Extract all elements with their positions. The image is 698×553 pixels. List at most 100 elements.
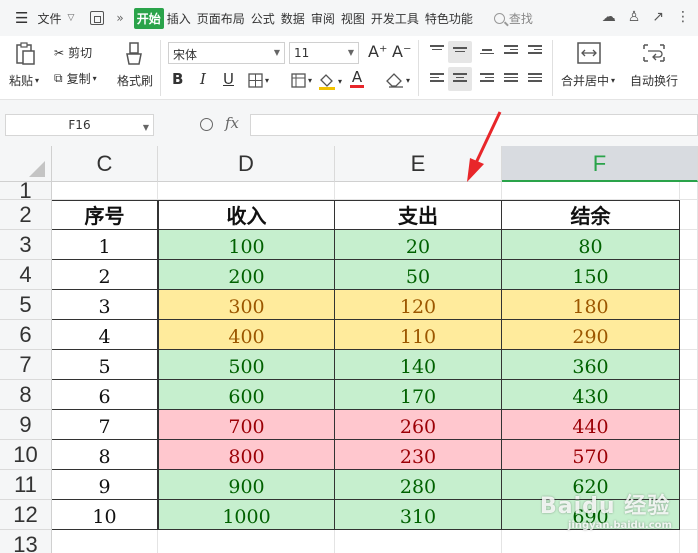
function-icon[interactable]: fx — [225, 114, 239, 132]
column-header-d[interactable]: D — [158, 146, 335, 182]
cell-style-icon[interactable]: ▾ — [291, 73, 312, 88]
paste-icon[interactable] — [14, 42, 36, 66]
data-cell-income[interactable]: 900 — [158, 470, 335, 500]
data-cell-income[interactable]: 800 — [158, 440, 335, 470]
empty-cell[interactable] — [52, 182, 158, 200]
data-cell-balance[interactable]: 80 — [502, 230, 680, 260]
data-cell-seq[interactable]: 2 — [52, 260, 158, 290]
empty-cell[interactable] — [680, 350, 698, 380]
data-cell-seq[interactable]: 10 — [52, 500, 158, 530]
tab-insert[interactable]: 插入 — [164, 10, 194, 27]
align-center-button[interactable] — [448, 67, 472, 91]
data-cell-balance[interactable]: 290 — [502, 320, 680, 350]
data-cell-expense[interactable]: 50 — [335, 260, 502, 290]
data-cell-income[interactable]: 1000 — [158, 500, 335, 530]
row-header-1[interactable]: 1 — [0, 180, 52, 202]
menu-file[interactable]: 文件 — [34, 10, 64, 27]
more-options-icon[interactable]: ⋮ — [676, 9, 690, 25]
tab-review[interactable]: 审阅 — [308, 10, 338, 27]
more-icon[interactable]: » — [116, 11, 123, 25]
data-cell-expense[interactable]: 20 — [335, 230, 502, 260]
search-box[interactable]: 查找 — [493, 10, 533, 27]
row-header-3[interactable]: 3 — [0, 230, 52, 260]
column-header-c[interactable]: C — [52, 146, 158, 182]
data-cell-income[interactable]: 400 — [158, 320, 335, 350]
font-name-select[interactable]: 宋体 ▼ — [168, 42, 285, 64]
tab-formulas[interactable]: 公式 — [248, 10, 278, 27]
fill-color-icon[interactable]: ▾ — [318, 73, 342, 90]
indent-decrease-icon[interactable] — [504, 45, 518, 57]
align-top-icon[interactable] — [430, 45, 444, 57]
row-header-10[interactable]: 10 — [0, 440, 52, 470]
wrap-text-icon[interactable] — [642, 42, 666, 64]
clear-format-icon[interactable]: ▾ — [386, 73, 410, 88]
empty-cell[interactable] — [680, 320, 698, 350]
empty-cell[interactable] — [502, 530, 680, 553]
empty-cell[interactable] — [680, 380, 698, 410]
empty-cell[interactable] — [335, 530, 502, 553]
font-color-button[interactable]: A — [350, 70, 364, 88]
data-cell-seq[interactable]: 3 — [52, 290, 158, 320]
data-cell-seq[interactable]: 7 — [52, 410, 158, 440]
data-cell-balance[interactable]: 430 — [502, 380, 680, 410]
empty-cell[interactable] — [680, 530, 698, 553]
cut-button[interactable]: ✂ 剪切 — [54, 44, 92, 61]
name-box[interactable]: F16 ▼ — [5, 114, 154, 136]
header-balance[interactable]: 结余 — [502, 200, 680, 230]
row-header-9[interactable]: 9 — [0, 410, 52, 440]
empty-cell[interactable] — [680, 230, 698, 260]
tab-data[interactable]: 数据 — [278, 10, 308, 27]
indent-increase-icon[interactable] — [528, 45, 542, 57]
tab-features[interactable]: 特色功能 — [422, 10, 476, 27]
row-header-8[interactable]: 8 — [0, 380, 52, 410]
hamburger-menu-icon[interactable]: ☰ — [12, 9, 31, 27]
data-cell-seq[interactable]: 4 — [52, 320, 158, 350]
save-icon[interactable] — [90, 11, 105, 25]
row-header-2[interactable]: 2 — [0, 200, 52, 230]
data-cell-expense[interactable]: 230 — [335, 440, 502, 470]
empty-cell[interactable] — [680, 290, 698, 320]
data-cell-balance[interactable]: 440 — [502, 410, 680, 440]
empty-cell[interactable] — [680, 470, 698, 500]
tab-home[interactable]: 开始 — [133, 7, 164, 29]
empty-cell[interactable] — [52, 530, 158, 553]
justify-icon[interactable] — [504, 73, 518, 85]
row-header-7[interactable]: 7 — [0, 350, 52, 380]
column-header-f[interactable]: F — [502, 146, 698, 182]
data-cell-balance[interactable]: 150 — [502, 260, 680, 290]
shrink-font-button[interactable]: A⁻ — [392, 42, 411, 61]
share-icon[interactable]: ↗ — [652, 9, 664, 25]
merge-center-button[interactable]: 合并居中 ▾ — [561, 72, 615, 89]
tab-page-layout[interactable]: 页面布局 — [194, 10, 248, 27]
brush-icon[interactable] — [124, 42, 144, 66]
data-cell-income[interactable]: 600 — [158, 380, 335, 410]
row-header-4[interactable]: 4 — [0, 260, 52, 290]
data-cell-expense[interactable]: 260 — [335, 410, 502, 440]
data-cell-seq[interactable]: 1 — [52, 230, 158, 260]
tab-developer[interactable]: 开发工具 — [368, 10, 422, 27]
empty-cell[interactable] — [680, 440, 698, 470]
empty-cell[interactable] — [680, 410, 698, 440]
data-cell-balance[interactable]: 570 — [502, 440, 680, 470]
empty-cell[interactable] — [680, 182, 698, 200]
row-header-5[interactable]: 5 — [0, 290, 52, 320]
tab-view[interactable]: 视图 — [338, 10, 368, 27]
data-cell-balance[interactable]: 360 — [502, 350, 680, 380]
align-left-icon[interactable] — [430, 73, 444, 85]
data-cell-expense[interactable]: 120 — [335, 290, 502, 320]
font-size-select[interactable]: 11 ▼ — [289, 42, 359, 64]
zoom-icon[interactable] — [200, 118, 213, 131]
formula-input[interactable] — [250, 114, 698, 136]
header-expense[interactable]: 支出 — [335, 200, 502, 230]
data-cell-expense[interactable]: 280 — [335, 470, 502, 500]
data-cell-balance[interactable]: 180 — [502, 290, 680, 320]
underline-button[interactable]: U — [223, 70, 234, 88]
data-cell-seq[interactable]: 9 — [52, 470, 158, 500]
cloud-icon[interactable]: ☁ — [602, 9, 616, 25]
distribute-icon[interactable] — [528, 73, 542, 85]
empty-cell[interactable] — [335, 182, 502, 200]
grow-font-button[interactable]: A⁺ — [368, 42, 387, 61]
empty-cell[interactable] — [502, 182, 680, 200]
empty-cell[interactable] — [158, 182, 335, 200]
copy-button[interactable]: ⧉ 复制 ▾ — [54, 70, 97, 87]
